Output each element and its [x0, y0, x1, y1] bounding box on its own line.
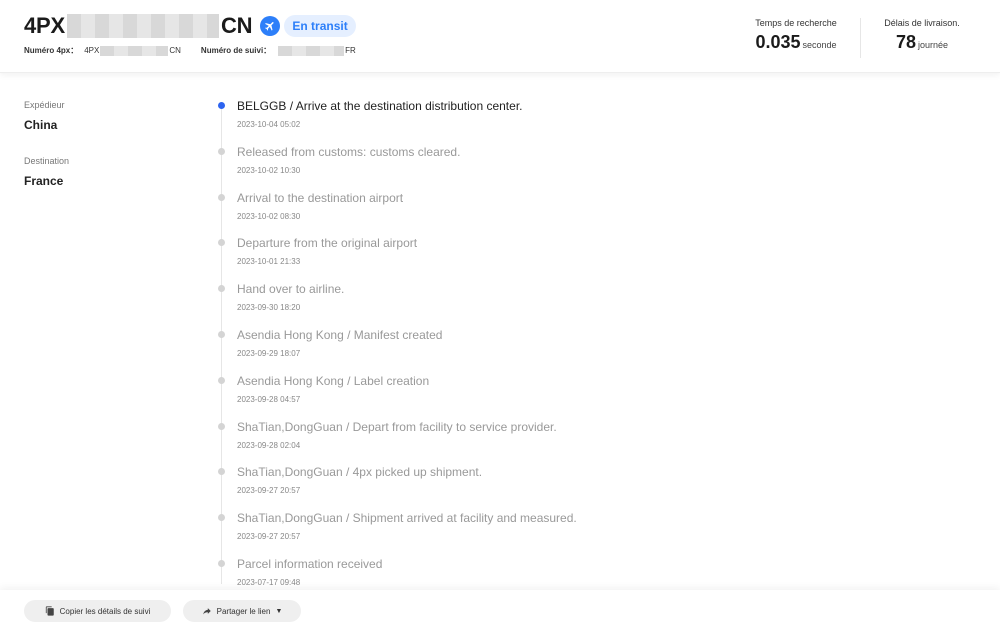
- timeline-event: Released from customs: customs cleared. 2…: [200, 142, 940, 188]
- copy-details-label: Copier les détails de suivi: [59, 606, 151, 616]
- timeline-dot: [218, 376, 225, 384]
- share-link-label: Partager le lien: [216, 606, 271, 616]
- tracking-meta: Numéro 4px： 4PX CN Numéro de suivi： FR: [24, 45, 356, 56]
- delivery-unit: journée: [918, 40, 949, 50]
- event-description: Asendia Hong Kong / Label creation: [237, 373, 430, 388]
- event-timestamp: 2023-10-02 10:30: [237, 165, 301, 175]
- event-timestamp: 2023-09-30 18:20: [237, 303, 301, 313]
- redacted-tracking: [278, 45, 345, 56]
- event-description: Departure from the original airport: [237, 236, 418, 251]
- search-time-number: 0.035 seconde: [748, 32, 844, 53]
- timeline-event: Asendia Hong Kong / Label creation 2023-0…: [200, 371, 940, 417]
- timeline-event: Hand over to airline. 2023-09-30 18:20: [200, 279, 940, 325]
- timeline-dot: [218, 468, 225, 476]
- event-description: Arrival to the destination airport: [237, 190, 404, 205]
- timeline-dot: [218, 193, 225, 201]
- tracking-label: Numéro de suivi：: [200, 46, 272, 55]
- timeline-dot: [218, 331, 225, 338]
- tracking-value: FR: [277, 45, 356, 56]
- tracking-header: 4PX CN En transit Numéro 4px： 4PX CN Num…: [0, 0, 1000, 73]
- search-time-caption: Temps de recherche: [755, 18, 837, 28]
- delivery-number: 78 journée: [872, 32, 972, 53]
- sender-value: China: [24, 118, 58, 132]
- timeline-event: ShaTian,DongGuan / Shipment arrived at f…: [200, 508, 940, 554]
- event-description: ShaTian,DongGuan / Depart from facility …: [237, 419, 557, 434]
- delivery-value: 78: [895, 32, 916, 52]
- bottom-toolbar: Copier les détails de suivi Partager le …: [0, 590, 1000, 631]
- share-icon: [202, 608, 211, 615]
- event-timestamp: 2023-10-01 21:33: [237, 257, 301, 267]
- destination-value: France: [24, 174, 64, 188]
- timeline-dot: [218, 239, 225, 247]
- timeline-event: Parcel information received 2023-07-17 09…: [200, 554, 940, 590]
- num4px-prefix: 4PX: [84, 46, 100, 55]
- tracking-title: 4PX CN En transit: [24, 13, 356, 39]
- search-time-value: 0.035: [755, 32, 801, 52]
- destination-caption: Destination: [24, 156, 70, 166]
- shipment-info: Expédieur China Destination France: [24, 100, 69, 188]
- event-description: Hand over to airline.: [237, 282, 345, 297]
- num4px-suffix: CN: [169, 46, 181, 55]
- airplane-icon: [260, 16, 281, 36]
- timeline-event: ShaTian,DongGuan / Depart from facility …: [200, 417, 940, 463]
- search-time-stat: Temps de recherche 0.035 seconde: [748, 18, 844, 53]
- chevron-down-icon: ▼: [275, 607, 283, 615]
- event-description: Asendia Hong Kong / Manifest created: [237, 328, 443, 342]
- event-timestamp: 2023-09-28 02:04: [237, 440, 301, 450]
- delivery-caption: Délais de livraison.: [884, 18, 960, 28]
- search-time-unit: seconde: [802, 40, 837, 50]
- timeline-dot: [218, 285, 225, 293]
- tracking-number-prefix: 4PX: [24, 13, 65, 38]
- event-description: BELGGB / Arrive at the destination distr…: [237, 99, 523, 113]
- timeline-dot: [218, 147, 225, 155]
- event-timestamp: 2023-07-17 09:48: [237, 578, 301, 587]
- timeline-event: BELGGB / Arrive at the destination distr…: [200, 96, 940, 142]
- event-timestamp: 2023-09-28 04:57: [237, 394, 301, 404]
- event-timestamp: 2023-09-27 20:57: [237, 486, 301, 496]
- timeline-event: Departure from the original airport 2023-…: [200, 233, 940, 279]
- share-link-button[interactable]: Partager le lien ▼: [183, 600, 301, 622]
- tracking-number-suffix: CN: [220, 13, 253, 38]
- timeline-event: Arrival to the destination airport 2023-1…: [200, 188, 940, 234]
- event-description: Released from customs: customs cleared.: [237, 144, 461, 159]
- status-badge: En transit: [284, 15, 356, 37]
- event-description: Parcel information received: [237, 557, 383, 571]
- copy-icon: [45, 606, 54, 616]
- tracking-suffix: FR: [345, 46, 356, 55]
- timeline-event: ShaTian,DongGuan / 4px picked up shipmen…: [200, 462, 940, 508]
- event-description: ShaTian,DongGuan / 4px picked up shipmen…: [237, 465, 483, 480]
- event-description: ShaTian,DongGuan / Shipment arrived at f…: [237, 511, 577, 526]
- redacted-tracking-number: [66, 14, 219, 38]
- event-timestamp: 2023-09-29 18:07: [237, 349, 301, 358]
- copy-details-button[interactable]: Copier les détails de suivi: [24, 600, 171, 622]
- timeline-dot-active: [218, 102, 225, 109]
- event-timestamp: 2023-09-27 20:57: [237, 532, 301, 542]
- timeline-dot: [218, 422, 225, 430]
- stats-divider: [860, 18, 861, 58]
- delivery-stat: Délais de livraison. 78 journée: [872, 18, 972, 53]
- timeline-dot: [218, 514, 225, 522]
- sender-caption: Expédieur: [24, 100, 65, 110]
- event-timestamp: 2023-10-04 05:02: [237, 120, 301, 129]
- tracking-timeline: BELGGB / Arrive at the destination distr…: [200, 96, 960, 590]
- num4px-label: Numéro 4px：: [24, 46, 79, 55]
- redacted-num4px: [100, 45, 169, 56]
- num4px-value: 4PX CN: [84, 45, 181, 56]
- timeline-event: Asendia Hong Kong / Manifest created 2023…: [200, 325, 940, 371]
- timeline-dot: [218, 560, 225, 567]
- event-timestamp: 2023-10-02 08:30: [237, 211, 301, 221]
